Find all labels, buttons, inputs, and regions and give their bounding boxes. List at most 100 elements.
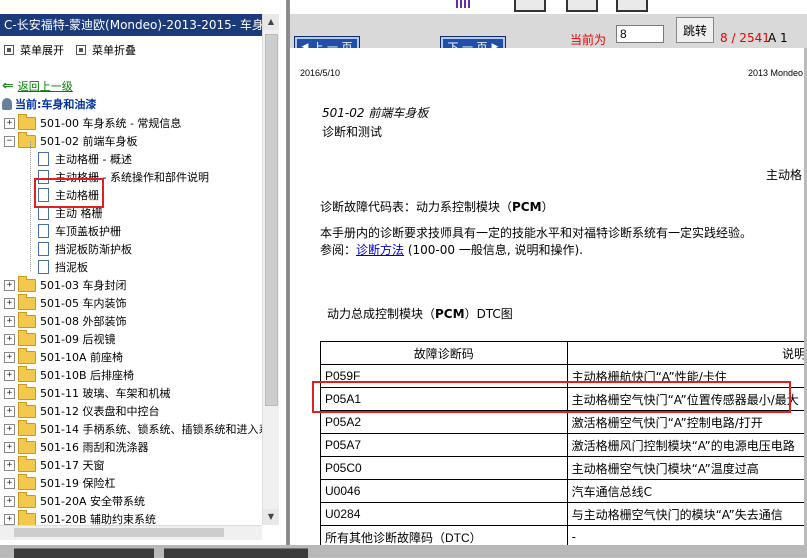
tree-document[interactable]: 挡泥板防渐护板 xyxy=(38,240,132,258)
tree-folder[interactable]: +501-20B 辅助约束系统 xyxy=(4,509,157,525)
back-link[interactable]: ⇐ 返回上一级 xyxy=(2,78,73,94)
toolbar-square-icon[interactable] xyxy=(514,0,546,12)
scroll-up-icon[interactable]: ▲ xyxy=(263,14,279,30)
dtc-description-cell: 主动格栅空气快门模块“A”温度过高 xyxy=(566,456,807,480)
scroll-down-icon[interactable]: ▼ xyxy=(263,509,279,525)
expand-toggle-icon[interactable]: + xyxy=(4,387,15,399)
document-icon xyxy=(38,260,49,274)
expand-toggle-icon[interactable]: + xyxy=(4,315,15,327)
toolbar-square-icon[interactable] xyxy=(566,0,598,12)
navigation-tree: ⇐ 返回上一级 当前:车身和油漆 +501-00 车身系统 - 常规信息 − 501… xyxy=(0,75,262,525)
menu-collapse-button[interactable]: 菜单折叠 xyxy=(76,42,136,58)
document-icon xyxy=(38,242,49,256)
expand-toggle-icon[interactable]: + xyxy=(4,333,15,345)
tree-folder[interactable]: − 501-02 前端车身板 xyxy=(4,131,137,150)
tree-folder[interactable]: +501-12 仪表盘和中控台 xyxy=(4,401,160,420)
table-row: P059F 主动格栅航快门“A”性能/卡住 xyxy=(320,364,807,388)
expand-toggle-icon[interactable]: + xyxy=(4,441,15,453)
document-icon xyxy=(38,170,49,184)
tree-item-label: 501-20A 安全带系统 xyxy=(40,495,145,508)
left-navigation-pane: C-长安福特-蒙迪欧(Mondeo)-2013-2015- 车身和 菜单展开 菜… xyxy=(0,0,286,545)
dtc-description-cell: 主动格栅航快门“A”性能/卡住 xyxy=(566,364,807,388)
tree-folder[interactable]: +501-16 雨刮和洗涤器 xyxy=(4,437,148,456)
diagnostic-methods-link[interactable]: 诊断方法 xyxy=(356,243,404,257)
location-pin-icon xyxy=(2,98,12,110)
tree-document[interactable]: 主动格栅 - 系统操作和部件说明 xyxy=(38,168,209,186)
tree-folder[interactable]: +501-09 后视镜 xyxy=(4,329,116,348)
expand-toggle-icon[interactable]: + xyxy=(4,297,15,309)
column-header-description: 说明 xyxy=(566,341,807,365)
current-page-label: 当前为 xyxy=(570,33,607,47)
expand-toggle-icon[interactable]: + xyxy=(4,459,15,471)
jump-button[interactable]: 跳转 xyxy=(676,17,714,43)
menu-expand-button[interactable]: 菜单展开 xyxy=(4,42,64,58)
tree-item-label: 501-14 手柄系统、锁系统、插锁系统和进入系统 xyxy=(40,423,262,436)
table-row: U0046 汽车通信总线C xyxy=(320,479,807,503)
tree-folder[interactable]: +501-08 外部装饰 xyxy=(4,311,127,330)
tree-item-label: 501-19 保险杠 xyxy=(40,477,116,490)
tree-item-label: 主动格栅 - 系统操作和部件说明 xyxy=(55,171,209,184)
page-count-suffix: A 1 xyxy=(768,31,788,45)
expand-toggle-icon[interactable]: + xyxy=(4,279,15,291)
tree-item-label: 501-10B 后排座椅 xyxy=(40,369,135,382)
dtc-heading-abbrev: PCM xyxy=(512,200,542,214)
tree-folder[interactable]: +501-14 手柄系统、锁系统、插锁系统和进入系统 xyxy=(4,419,262,438)
dtc-code-cell: P05A1 xyxy=(320,387,568,411)
tree-document[interactable]: 主动格栅 - 概述 xyxy=(38,150,132,168)
tree-item-label: 501-12 仪表盘和中控台 xyxy=(40,405,160,418)
tree-item-label: 501-08 外部装饰 xyxy=(40,315,127,328)
toolbar-square-icon[interactable] xyxy=(616,0,648,12)
expand-toggle-icon[interactable]: + xyxy=(4,495,15,507)
dtc-table: 故障诊断码 说明 P059F 主动格栅航快门“A”性能/卡住 P05A1 主动格栅空气… xyxy=(320,341,807,545)
tree-item-label: 501-11 玻璃、车架和机械 xyxy=(40,387,171,400)
expand-toggle-icon[interactable]: + xyxy=(4,369,15,381)
caption-text: 动力总成控制模块（ xyxy=(327,307,436,321)
tree-document[interactable]: 车顶盖板护栅 xyxy=(38,222,121,240)
tree-folder[interactable]: +501-19 保险杠 xyxy=(4,473,116,492)
left-vertical-scrollbar[interactable]: ▲ ▼ xyxy=(262,14,279,525)
expand-toggle-icon[interactable]: + xyxy=(4,513,15,525)
document-icon xyxy=(38,152,49,166)
expand-toggle-icon[interactable]: + xyxy=(4,117,15,129)
tree-folder[interactable]: +501-17 天窗 xyxy=(4,455,104,474)
folder-icon xyxy=(18,419,36,436)
folder-icon xyxy=(18,401,36,418)
page-number-input[interactable] xyxy=(616,25,664,43)
tree-document[interactable]: 挡泥板 xyxy=(38,258,88,276)
expand-toggle-icon[interactable]: + xyxy=(4,423,15,435)
expand-icon xyxy=(4,45,14,55)
left-pane-title: C-长安福特-蒙迪欧(Mondeo)-2013-2015- 车身和 xyxy=(0,14,266,36)
tree-item-label: 501-20B 辅助约束系统 xyxy=(40,513,157,525)
column-header-code: 故障诊断码 xyxy=(320,341,568,365)
back-link-label: 返回上一级 xyxy=(17,80,73,93)
expand-toggle-icon[interactable]: + xyxy=(4,405,15,417)
left-horizontal-scrollbar[interactable] xyxy=(0,525,262,540)
collapse-toggle-icon[interactable]: − xyxy=(4,135,15,147)
expand-toggle-icon[interactable]: + xyxy=(4,351,15,363)
tree-folder[interactable]: +501-03 车身封闭 xyxy=(4,275,126,294)
tree-item-label: 501-09 后视镜 xyxy=(40,333,116,346)
current-location: 当前:车身和油漆 xyxy=(2,96,96,112)
reference-prefix: 参阅： xyxy=(320,243,357,257)
dtc-code-cell: P059F xyxy=(320,364,568,388)
tree-folder[interactable]: +501-05 车内装饰 xyxy=(4,293,126,312)
toolbar-top-strip: 87038205 xyxy=(506,0,807,14)
scroll-thumb[interactable] xyxy=(265,34,278,406)
intro-text: 本手册内的诊断要求技师具有一定的技能水平和对福特诊断系统有一定实践经验。 xyxy=(320,226,753,240)
tree-folder[interactable]: +501-00 车身系统 - 常规信息 xyxy=(4,113,181,132)
folder-icon xyxy=(18,509,36,525)
dtc-code-cell: U0046 xyxy=(320,479,568,503)
tree-folder[interactable]: +501-10B 后排座椅 xyxy=(4,365,135,384)
tree-folder[interactable]: +501-11 玻璃、车架和机械 xyxy=(4,383,171,402)
expand-toggle-icon[interactable]: + xyxy=(4,477,15,489)
back-arrow-icon: ⇐ xyxy=(2,78,14,94)
reference-suffix: (100-00 一般信息, 说明和操作). xyxy=(404,243,583,257)
tree-document[interactable]: 主动格栅 xyxy=(38,186,99,204)
tree-folder[interactable]: +501-10A 前座椅 xyxy=(4,347,123,366)
tree-document[interactable]: 主动 格栅 xyxy=(38,204,103,222)
folder-icon xyxy=(18,275,36,292)
dtc-code-cell: P05C0 xyxy=(320,456,568,480)
tree-folder[interactable]: +501-20A 安全带系统 xyxy=(4,491,145,510)
folder-icon xyxy=(18,293,36,310)
hscroll-thumb[interactable] xyxy=(14,528,224,537)
